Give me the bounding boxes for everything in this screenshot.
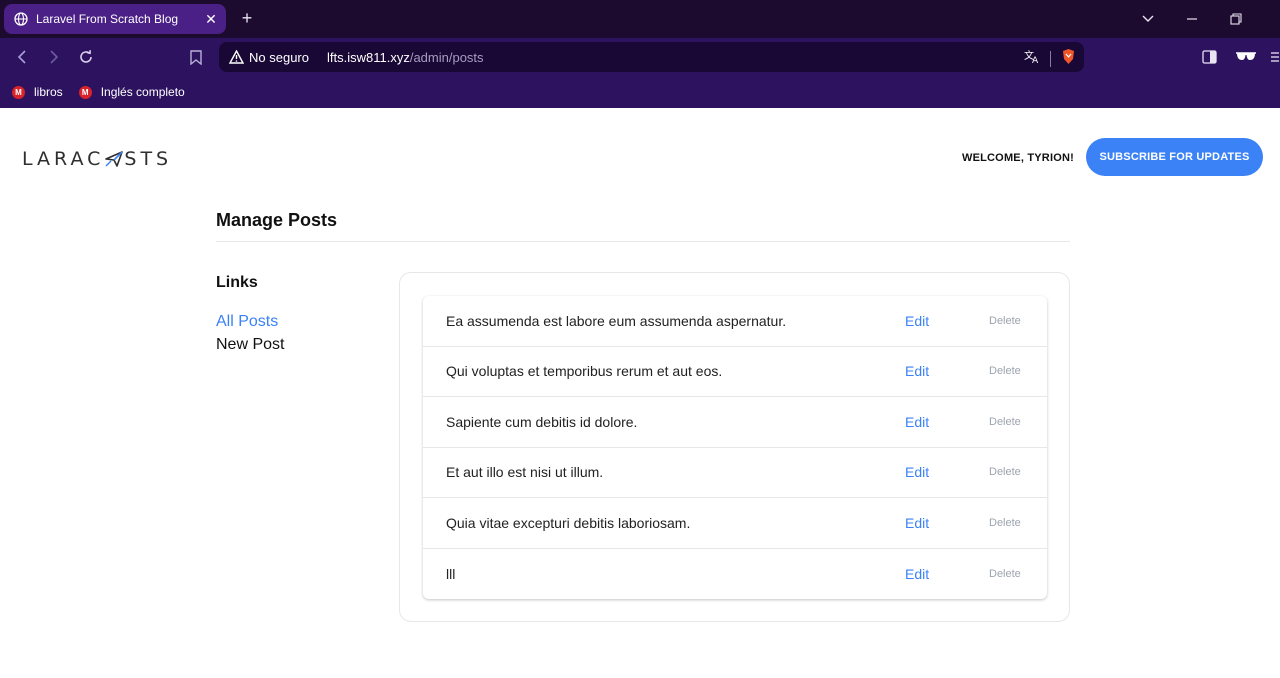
translate-icon[interactable]: 文A — [1024, 49, 1040, 69]
post-title: Qui voluptas et temporibus rerum et aut … — [446, 363, 723, 380]
separator — [1050, 51, 1051, 67]
bookmark-icon[interactable] — [186, 47, 206, 67]
sidebar-link-new-post[interactable]: New Post — [216, 336, 284, 354]
post-title: Et aut illo est nisi ut illum. — [446, 464, 604, 481]
bookmarks-bar: M libros M Inglés completo — [0, 76, 1280, 108]
brave-shield-icon[interactable] — [1061, 48, 1076, 70]
private-window-icon[interactable] — [1234, 47, 1258, 67]
table-row: Sapiente cum debitis id dolore. Edit Del… — [423, 397, 1047, 448]
edit-link[interactable]: Edit — [905, 414, 929, 430]
svg-text:A: A — [1032, 56, 1039, 64]
page-content: LARAC STS WELCOME, TYRION! SUBSCRIBE FOR … — [0, 108, 1280, 678]
chevron-down-icon[interactable] — [1139, 10, 1157, 28]
post-title: Sapiente cum debitis id dolore. — [446, 413, 638, 430]
warning-icon[interactable] — [229, 50, 244, 64]
browser-toolbar: No seguro lfts.isw811.xyz/admin/posts 文A — [0, 38, 1280, 76]
laracasts-logo[interactable]: LARAC STS — [22, 148, 172, 170]
back-icon[interactable] — [12, 47, 32, 67]
bookmark-label: Inglés completo — [100, 85, 185, 99]
posts-table: Ea assumenda est labore eum assumenda as… — [423, 296, 1047, 599]
post-title: Ea assumenda est labore eum assumenda as… — [446, 312, 787, 329]
bookmark-favicon-icon: M — [78, 85, 92, 99]
url-host: lfts.isw811.xyz — [326, 49, 410, 65]
bookmark-ingles-completo[interactable]: M Inglés completo — [78, 85, 185, 99]
minimize-icon[interactable] — [1183, 10, 1201, 28]
sidebar-title: Links — [216, 274, 258, 291]
post-title: Quia vitae excepturi debitis laboriosam. — [446, 514, 691, 531]
delete-button[interactable]: Delete — [989, 365, 1021, 377]
menu-icon[interactable] — [1268, 47, 1280, 67]
divider — [216, 241, 1070, 242]
page-title: Manage Posts — [216, 210, 338, 230]
delete-button[interactable]: Delete — [989, 517, 1021, 529]
sidebar-link-all-posts[interactable]: All Posts — [216, 313, 278, 331]
delete-button[interactable]: Delete — [989, 416, 1021, 428]
bookmark-label: libros — [34, 85, 63, 99]
close-tab-icon[interactable]: ✕ — [204, 12, 218, 26]
bookmark-favicon-icon: M — [12, 85, 25, 99]
delete-button[interactable]: Delete — [989, 315, 1021, 327]
edit-link[interactable]: Edit — [905, 566, 929, 582]
table-row: Qui voluptas et temporibus rerum et aut … — [423, 347, 1047, 397]
paper-plane-icon — [105, 150, 124, 167]
edit-link[interactable]: Edit — [905, 363, 929, 379]
sidebar-toggle-icon[interactable] — [1199, 47, 1219, 67]
post-title: lll — [446, 565, 456, 582]
globe-icon — [14, 12, 28, 26]
subscribe-button[interactable]: SUBSCRIBE FOR UPDATES — [1086, 138, 1263, 176]
logo-text-right: STS — [124, 148, 173, 170]
edit-link[interactable]: Edit — [905, 313, 929, 329]
edit-link[interactable]: Edit — [905, 464, 929, 480]
delete-button[interactable]: Delete — [989, 466, 1021, 478]
tab-title: Laravel From Scratch Blog — [36, 12, 179, 26]
welcome-message[interactable]: WELCOME, TYRION! — [962, 152, 1074, 164]
address-bar[interactable]: No seguro lfts.isw811.xyz/admin/posts 文A — [219, 42, 1084, 72]
bookmark-libros[interactable]: M libros — [12, 85, 63, 99]
forward-icon[interactable] — [44, 47, 64, 67]
table-row: lll Edit Delete — [423, 549, 1047, 600]
browser-titlebar: Laravel From Scratch Blog ✕ + — [0, 0, 1280, 38]
reload-icon[interactable] — [76, 47, 96, 67]
table-row: Ea assumenda est labore eum assumenda as… — [423, 296, 1047, 347]
table-row: Et aut illo est nisi ut illum. Edit Dele… — [423, 448, 1047, 498]
logo-text-left: LARAC — [22, 148, 105, 170]
security-label[interactable]: No seguro — [249, 50, 309, 65]
restore-icon[interactable] — [1227, 10, 1245, 28]
edit-link[interactable]: Edit — [905, 515, 929, 531]
delete-button[interactable]: Delete — [989, 568, 1021, 580]
new-tab-button[interactable]: + — [238, 8, 256, 28]
table-row: Quia vitae excepturi debitis laboriosam.… — [423, 498, 1047, 549]
url-path: /admin/posts — [409, 49, 484, 65]
browser-tab[interactable]: Laravel From Scratch Blog ✕ — [4, 4, 226, 34]
